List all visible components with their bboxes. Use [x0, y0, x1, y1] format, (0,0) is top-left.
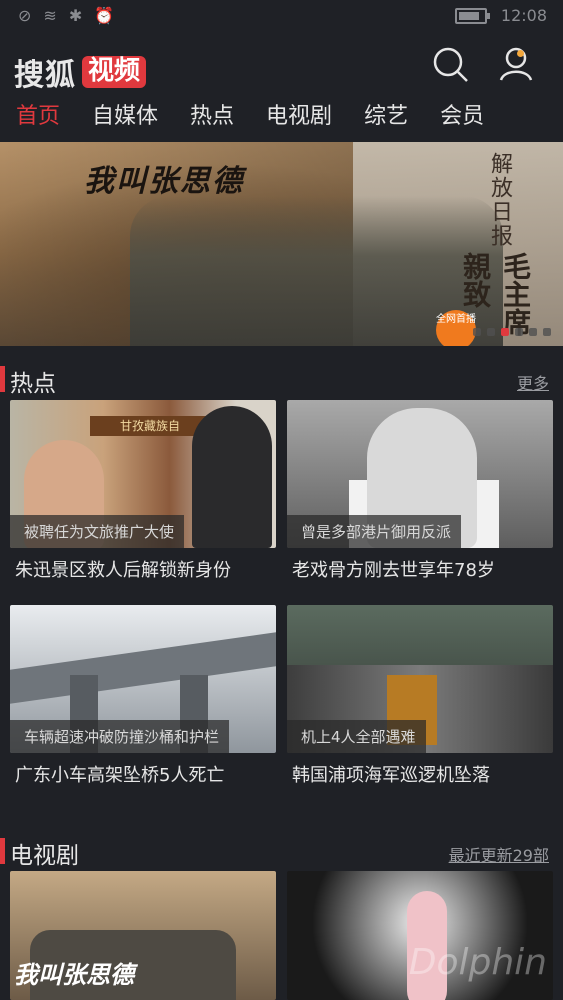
- section-accent-bar: [0, 838, 5, 864]
- wifi-icon: ≋: [43, 6, 57, 25]
- video-title: 广东小车高架坠桥5人死亡: [15, 765, 225, 786]
- tab-hot[interactable]: 热点: [174, 98, 250, 140]
- status-bar: ⊘ ≋ ✱ ⏰ 12:08: [0, 0, 563, 32]
- video-caption: 车辆超速冲破防撞沙桶和护栏: [10, 720, 230, 753]
- status-icons-right: 12:08: [454, 6, 547, 25]
- search-icon[interactable]: [430, 44, 470, 84]
- logo-badge: 视频: [82, 56, 147, 88]
- recent-updates-link[interactable]: 最近更新29部: [449, 842, 549, 866]
- page-dot: [473, 328, 481, 336]
- watermark: Dolphin: [408, 942, 547, 983]
- video-caption: 曾是多部港片御用反派: [287, 515, 462, 548]
- page-dot: [543, 328, 551, 336]
- status-icons-left: ⊘ ≋ ✱ ⏰: [18, 6, 114, 25]
- page-dot: [515, 328, 523, 336]
- tv-card[interactable]: 我叫张思德: [10, 871, 276, 1000]
- tab-home[interactable]: 首页: [0, 98, 76, 140]
- video-title: 老戏骨方刚去世享年78岁: [292, 560, 495, 581]
- tab-we-media[interactable]: 自媒体: [76, 98, 174, 140]
- video-thumbnail: 机上4人全部遇难: [287, 605, 553, 753]
- thumb-person: [192, 406, 272, 548]
- top-tabs: 首页 自媒体 热点 电视剧 综艺 会员: [0, 98, 563, 140]
- page-dot: [501, 328, 509, 336]
- premiere-badge: 全网首播: [436, 310, 476, 346]
- tv-overlay-text: 我叫张思德: [14, 960, 134, 989]
- video-thumbnail: 车辆超速冲破防撞沙桶和护栏: [10, 605, 276, 753]
- banner-page-indicator: [473, 328, 551, 336]
- tab-variety[interactable]: 综艺: [348, 98, 424, 140]
- tab-vip[interactable]: 会员: [424, 98, 500, 140]
- video-title: 韩国浦项海军巡逻机坠落: [292, 765, 490, 786]
- section-title: 电视剧: [10, 843, 79, 869]
- section-accent-bar: [0, 366, 5, 392]
- video-caption: 机上4人全部遇难: [287, 720, 426, 753]
- video-card[interactable]: 甘孜藏族自 被聘任为文旅推广大使 朱迅景区救人后解锁新身份: [10, 400, 276, 582]
- video-thumbnail: 曾是多部港片御用反派: [287, 400, 553, 548]
- video-card[interactable]: 车辆超速冲破防撞沙桶和护栏 广东小车高架坠桥5人死亡: [10, 605, 276, 787]
- app-header: 搜狐 视频: [0, 32, 563, 98]
- notification-dot: [517, 50, 524, 57]
- user-button[interactable]: [496, 44, 542, 84]
- page-dot: [529, 328, 537, 336]
- alarm-icon: ⏰: [94, 6, 115, 25]
- status-time: 12:08: [500, 6, 547, 25]
- section-title: 热点: [10, 371, 56, 397]
- battery-icon: [454, 7, 490, 24]
- video-title: 朱迅景区救人后解锁新身份: [15, 560, 231, 581]
- bluetooth-icon: ✱: [68, 6, 83, 25]
- thumb-overpass: [10, 632, 276, 704]
- tv-thumbnail: 我叫张思德: [10, 871, 276, 1000]
- battery-level: [458, 11, 479, 20]
- hot-section-header: 热点 更多: [0, 362, 563, 397]
- hero-banner[interactable]: 我叫张思德 解放日报 毛主席親致 全网首播: [0, 142, 563, 346]
- video-card[interactable]: 曾是多部港片御用反派 老戏骨方刚去世享年78岁: [287, 400, 553, 582]
- video-card[interactable]: 机上4人全部遇难 韩国浦项海军巡逻机坠落: [287, 605, 553, 787]
- video-thumbnail: 甘孜藏族自 被聘任为文旅推广大使: [10, 400, 276, 548]
- banner-paper-text: 解放日报: [487, 152, 512, 248]
- app-logo[interactable]: 搜狐 视频: [14, 50, 147, 94]
- logo-text: 搜狐: [14, 58, 76, 93]
- tv-section-header: 电视剧 最近更新29部: [0, 834, 563, 869]
- video-caption: 被聘任为文旅推广大使: [10, 515, 185, 548]
- tab-tv-series[interactable]: 电视剧: [250, 98, 348, 140]
- more-link[interactable]: 更多: [517, 370, 549, 394]
- user-icon: [499, 47, 533, 81]
- banner-title: 我叫张思德: [84, 164, 244, 199]
- thumb-sign: 甘孜藏族自: [90, 416, 210, 436]
- page-dot: [487, 328, 495, 336]
- no-sim-icon: ⊘: [18, 6, 32, 25]
